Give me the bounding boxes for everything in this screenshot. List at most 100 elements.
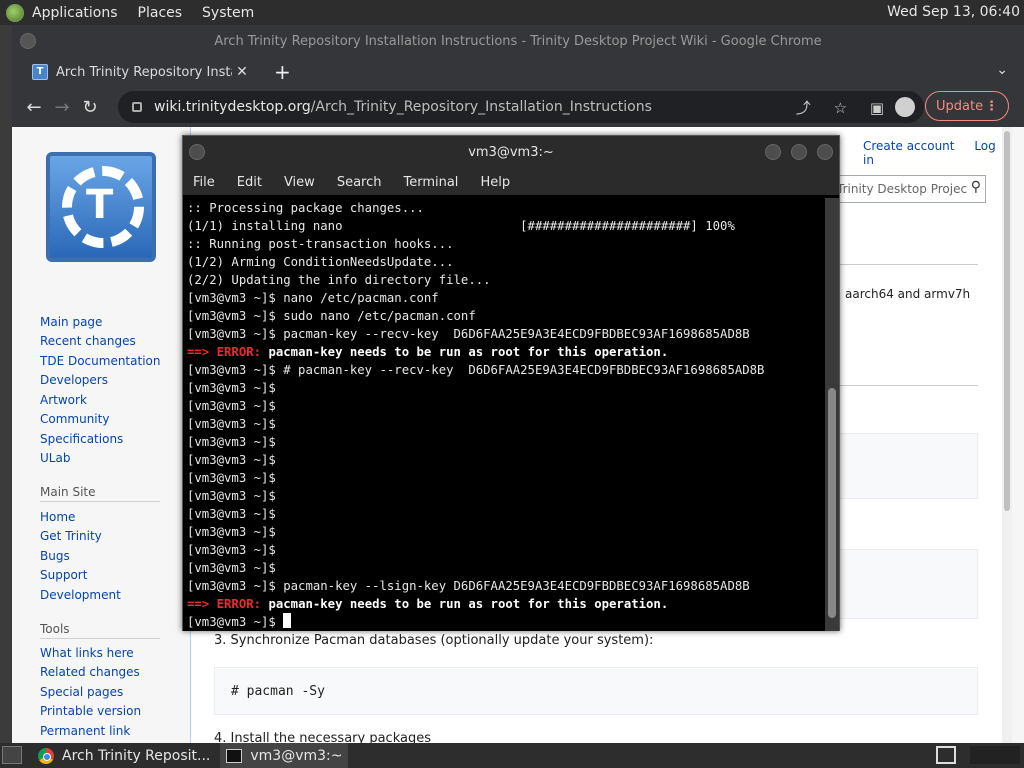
terminal-line: (1/2) Arming ConditionNeedsUpdate... — [187, 255, 454, 269]
text-cursor — [283, 613, 292, 628]
terminal-line: [vm3@vm3 ~]$ # pacman-key --recv-key D6D… — [187, 363, 765, 377]
nav-tde-documentation[interactable]: TDE Documentation — [40, 354, 160, 368]
terminal-menubar: File Edit View Search Terminal Help — [183, 169, 839, 195]
divider — [40, 638, 160, 639]
error-message: pacman-key needs to be run as root for t… — [268, 597, 669, 611]
terminal-screen[interactable]: :: Processing package changes... (1/1) i… — [183, 198, 827, 631]
terminal-titlebar[interactable]: vm3@vm3:~ — [183, 136, 839, 169]
bookmark-star-icon[interactable]: ☆ — [834, 99, 847, 117]
reload-icon[interactable]: ↻ — [76, 97, 104, 118]
nav-ulab[interactable]: ULab — [40, 451, 70, 465]
menu-terminal[interactable]: Terminal — [403, 175, 458, 190]
trinity-menu-icon[interactable] — [6, 3, 24, 22]
nav-special-pages[interactable]: Special pages — [40, 685, 123, 699]
wiki-search-input[interactable]: Trinity Desktop Projec ⚲ — [832, 175, 986, 203]
window-titlebar[interactable]: Arch Trinity Repository Installation Ins… — [12, 25, 1024, 57]
terminal-error-line: ==> ERROR: pacman-key needs to be run as… — [187, 595, 827, 613]
menu-help[interactable]: Help — [480, 175, 510, 190]
tab-title: Arch Trinity Repository Installa — [56, 64, 232, 80]
maximize-icon[interactable] — [791, 144, 807, 160]
terminal-line: (1/1) installing nano [#################… — [187, 219, 735, 233]
url-host: wiki.trinitydesktop.org — [154, 99, 311, 115]
workspace-switcher-icon[interactable] — [936, 746, 956, 764]
tab-strip: T Arch Trinity Repository Installa ✕ + ⌄ — [12, 57, 1024, 87]
nav-related-changes[interactable]: Related changes — [40, 665, 140, 679]
error-label: ==> ERROR: — [187, 597, 262, 611]
taskbar-item-label: Arch Trinity Reposit... — [62, 747, 211, 764]
new-tab-icon[interactable]: + — [274, 60, 291, 84]
tab-arch-trinity[interactable]: T Arch Trinity Repository Installa ✕ — [22, 57, 258, 87]
code-text: # pacman -Sy — [231, 684, 325, 699]
section-tools: Tools — [40, 622, 70, 636]
back-icon[interactable]: ← — [20, 97, 48, 118]
search-icon[interactable]: ⚲ — [971, 179, 981, 195]
terminal-line: [vm3@vm3 ~]$ — [187, 489, 276, 503]
terminal-scroll-thumb[interactable] — [828, 388, 836, 618]
lock-icon[interactable] — [132, 102, 142, 112]
trinity-favicon-icon: T — [32, 64, 48, 80]
profile-avatar-icon[interactable] — [895, 97, 915, 117]
nav-recent-changes[interactable]: Recent changes — [40, 334, 136, 348]
update-button[interactable]: Update ⋮ — [925, 91, 1009, 121]
terminal-line: (2/2) Updating the info directory file..… — [187, 273, 491, 287]
close-icon[interactable] — [817, 144, 833, 160]
forward-icon[interactable]: → — [48, 97, 76, 118]
scroll-thumb[interactable] — [1004, 131, 1010, 511]
terminal-line: [vm3@vm3 ~]$ — [187, 543, 276, 557]
nav-what-links-here[interactable]: What links here — [40, 646, 134, 660]
nav-developers[interactable]: Developers — [40, 373, 108, 387]
nav-home[interactable]: Home — [40, 510, 75, 524]
show-desktop-icon[interactable] — [2, 746, 22, 764]
create-account-link[interactable]: Create account — [863, 139, 955, 153]
menu-search[interactable]: Search — [337, 175, 382, 190]
workspace-pager[interactable] — [970, 746, 1020, 764]
wiki-sidebar: T Main page Recent changes TDE Documenta… — [12, 127, 190, 743]
menu-edit[interactable]: Edit — [237, 175, 262, 190]
nav-support[interactable]: Support — [40, 568, 87, 582]
window-menu-icon[interactable] — [189, 144, 205, 160]
account-links: Create account Log in — [863, 139, 1024, 167]
terminal-line: [vm3@vm3 ~]$ — [187, 417, 276, 431]
nav-get-trinity[interactable]: Get Trinity — [40, 529, 102, 543]
close-tab-icon[interactable]: ✕ — [232, 64, 252, 80]
address-bar[interactable]: wiki.trinitydesktop.org /Arch_Trinity_Re… — [118, 91, 924, 123]
nav-permanent-link[interactable]: Permanent link — [40, 724, 130, 738]
nav-bugs[interactable]: Bugs — [40, 549, 70, 563]
nav-printable-version[interactable]: Printable version — [40, 704, 141, 718]
taskbar-item-terminal[interactable]: vm3@vm3:~ — [220, 743, 349, 768]
error-message: pacman-key needs to be run as root for t… — [268, 345, 669, 359]
chrome-icon — [38, 747, 54, 764]
nav-main-page[interactable]: Main page — [40, 315, 102, 329]
menu-view[interactable]: View — [284, 175, 315, 190]
page-scrollbar[interactable] — [1002, 127, 1012, 743]
minimize-icon[interactable] — [765, 144, 781, 160]
nav-community[interactable]: Community — [40, 412, 109, 426]
terminal-line: [vm3@vm3 ~]$ pacman-key --recv-key D6D6F… — [187, 327, 750, 341]
window-title: Arch Trinity Repository Installation Ins… — [214, 33, 822, 49]
trinity-logo[interactable]: T — [46, 152, 156, 262]
tab-search-chevron-icon[interactable]: ⌄ — [996, 62, 1008, 78]
taskbar: Arch Trinity Reposit... vm3@vm3:~ — [0, 743, 1024, 768]
menu-file[interactable]: File — [193, 175, 215, 190]
clock[interactable]: Wed Sep 13, 06:40 — [887, 4, 1020, 20]
terminal-scrollbar[interactable] — [825, 198, 839, 631]
terminal-prompt-line[interactable]: [vm3@vm3 ~]$ — [187, 613, 827, 631]
nav-artwork[interactable]: Artwork — [40, 393, 87, 407]
terminal-icon — [226, 748, 243, 763]
step-4-text: 4. Install the necessary packages — [214, 731, 431, 743]
menu-places[interactable]: Places — [138, 5, 183, 21]
terminal-line: [vm3@vm3 ~]$ — [187, 399, 276, 413]
share-icon[interactable]: ⤴ — [796, 99, 811, 117]
terminal-line: [vm3@vm3 ~]$ — [187, 471, 276, 485]
taskbar-item-chrome[interactable]: Arch Trinity Reposit... — [32, 743, 216, 768]
nav-specifications[interactable]: Specifications — [40, 432, 123, 446]
terminal-title: vm3@vm3:~ — [468, 145, 554, 160]
menu-applications[interactable]: Applications — [32, 5, 118, 21]
menu-system[interactable]: System — [202, 5, 254, 21]
nav-development[interactable]: Development — [40, 588, 121, 602]
window-menu-icon[interactable] — [20, 33, 36, 49]
terminal-line: [vm3@vm3 ~]$ nano /etc/pacman.conf — [187, 291, 439, 305]
arch-support-text: aarch64 and armv7h — [845, 287, 971, 301]
side-panel-icon[interactable]: ▣ — [870, 99, 884, 117]
more-menu-icon[interactable]: ⋮ — [985, 99, 998, 114]
